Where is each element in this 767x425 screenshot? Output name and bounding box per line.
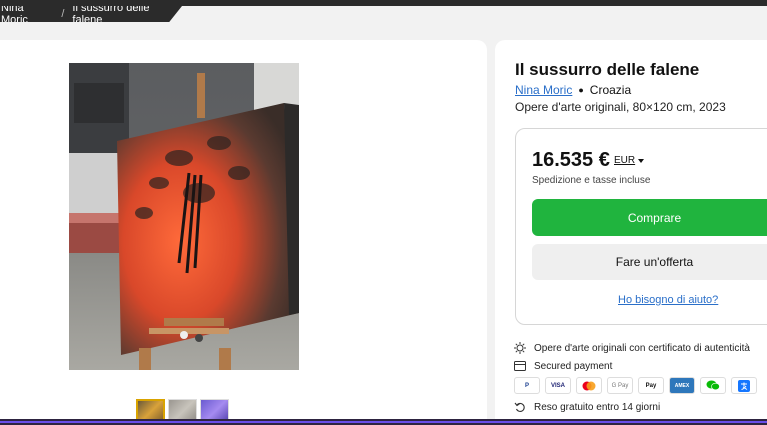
payment-methods: P VISA G Pay Pay AMEX xyxy=(514,377,757,394)
artist-link[interactable]: Nina Moric xyxy=(515,83,572,97)
apple-pay-icon: Pay xyxy=(638,377,664,394)
currency-selector[interactable]: EUR xyxy=(614,155,645,166)
alipay-icon xyxy=(731,377,757,394)
feature-returns: Reso gratuito entro 14 giorni xyxy=(514,401,660,413)
breadcrumb: Nina Moric / Il sussurro delle falene xyxy=(0,6,182,22)
shipping-note: Spedizione e tasse incluse xyxy=(532,175,651,186)
bottom-accent-line xyxy=(0,421,767,423)
artwork-details: Opere d'arte originali, 80×120 cm, 2023 xyxy=(515,100,726,114)
help-link[interactable]: Ho bisogno di aiuto? xyxy=(618,294,718,306)
chevron-down-icon xyxy=(638,158,645,163)
certificate-icon xyxy=(514,342,526,354)
artwork-main-image[interactable] xyxy=(69,63,299,370)
feature-certificate: Opere d'arte originali con certificato d… xyxy=(514,342,750,354)
artist-country: Croazia xyxy=(589,83,632,97)
credit-card-icon xyxy=(514,360,526,372)
paypal-icon: P xyxy=(514,377,540,394)
feature-payment: Secured payment xyxy=(514,360,612,372)
price: 16.535 € xyxy=(532,149,610,171)
currency-code: EUR xyxy=(614,155,636,166)
mastercard-icon xyxy=(576,377,602,394)
buy-button[interactable]: Comprare xyxy=(532,199,767,236)
visa-icon: VISA xyxy=(545,377,571,394)
bottom-bar xyxy=(0,419,767,425)
artist-line: Nina Moric ● Croazia xyxy=(515,83,631,97)
breadcrumb-separator: / xyxy=(61,8,65,20)
feature-certificate-label: Opere d'arte originali con certificato d… xyxy=(534,342,750,354)
amex-icon: AMEX xyxy=(669,377,695,394)
bullet-separator: ● xyxy=(578,85,584,95)
feature-payment-label: Secured payment xyxy=(534,360,613,372)
artwork-photo xyxy=(69,63,299,370)
return-arrow-icon xyxy=(514,401,526,413)
make-offer-button[interactable]: Fare un'offerta xyxy=(532,244,767,280)
artwork-title: Il sussurro delle falene xyxy=(515,60,700,79)
google-pay-icon: G Pay xyxy=(607,377,633,394)
top-strip xyxy=(0,0,767,6)
feature-returns-label: Reso gratuito entro 14 giorni xyxy=(534,401,661,413)
wechat-pay-icon xyxy=(700,377,726,394)
